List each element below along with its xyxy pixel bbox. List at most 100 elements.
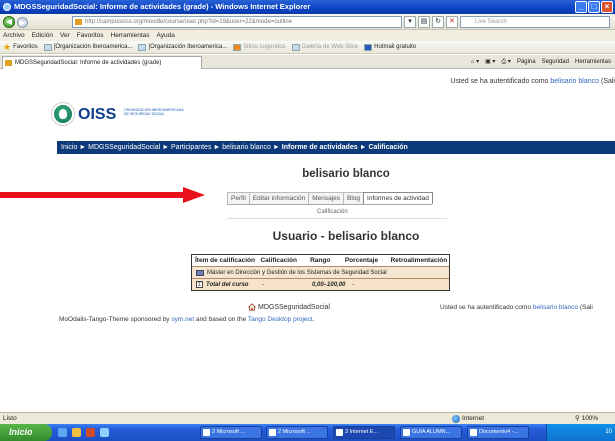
- menu-herramientas[interactable]: Herramientas: [111, 30, 150, 41]
- tab-perfil[interactable]: Perfil: [227, 192, 250, 204]
- logo-subtitle: ORGANIZACIÓN IBEROAMERICANA DE SEGURIDAD…: [124, 108, 184, 116]
- back-button[interactable]: ◀: [3, 16, 15, 28]
- favorite-link-5[interactable]: Hotmail gratuito: [364, 41, 416, 53]
- security-menu[interactable]: Seguridad: [542, 55, 569, 69]
- quick-launch: [58, 428, 109, 437]
- start-button[interactable]: Inicio: [0, 424, 52, 441]
- credits-mid: and based on the: [195, 316, 247, 323]
- stop-icon[interactable]: ✕: [446, 16, 458, 28]
- status-bar: Listo Internet ⚲ 100%: [0, 412, 615, 424]
- magnifier-icon: ⚲: [575, 415, 580, 422]
- search-input[interactable]: Live Search: [460, 16, 610, 28]
- task-word-1[interactable]: 2 Microsoft ...: [200, 426, 262, 439]
- menu-favoritos[interactable]: Favoritos: [77, 30, 104, 41]
- forward-button[interactable]: ▶: [17, 17, 28, 28]
- total-percent: -: [352, 281, 354, 288]
- task-word-2[interactable]: 2 Microsoft ...: [266, 426, 328, 439]
- windows-taskbar: Inicio 2 Microsoft ... 2 Microsoft ... 3…: [0, 424, 615, 441]
- favorite-link-2[interactable]: [Organización Iberoamerica...: [138, 41, 227, 53]
- compatibility-icon[interactable]: ▤: [418, 16, 430, 28]
- task-guia-alumno[interactable]: GUIA ALUMN...: [400, 426, 462, 439]
- print-icon[interactable]: ⎙ ▾: [501, 55, 510, 69]
- total-label: Total del curso: [206, 281, 249, 288]
- profile-tabs: Perfil Editar información Mensajes Blog …: [227, 192, 433, 205]
- footer-logout-link[interactable]: (Sali: [580, 304, 593, 311]
- footer-login-user-link[interactable]: belisario blanco: [533, 304, 578, 311]
- table-row-course: Máster en Dirección y Gestión de los Sis…: [192, 266, 449, 278]
- menu-ayuda[interactable]: Ayuda: [157, 30, 175, 41]
- page-content: Usted se ha autentificado como belisario…: [0, 70, 615, 412]
- quick-launch-icon[interactable]: [58, 428, 67, 437]
- login-info: Usted se ha autentificado como belisario…: [450, 78, 615, 85]
- breadcrumb-course[interactable]: MDGSSeguridadSocial: [88, 144, 160, 151]
- refresh-icon[interactable]: ↻: [432, 16, 444, 28]
- dropdown-arrow-icon[interactable]: ▾: [404, 16, 416, 28]
- task-label: 2 Microsoft ...: [278, 429, 312, 435]
- breadcrumb-user[interactable]: belisario blanco: [222, 144, 271, 151]
- window-title-bar[interactable]: MDGSSeguridadSocial: Informe de activida…: [0, 0, 615, 14]
- home-icon[interactable]: ⌂ ▾: [471, 55, 479, 69]
- favorite-link-1[interactable]: [Organización Iberoamerica...: [43, 41, 133, 53]
- favorite-label: Hotmail gratuito: [374, 43, 417, 50]
- favorites-label: Favoritos: [13, 43, 38, 50]
- total-grade: -: [262, 281, 264, 288]
- favorite-label: Galería de Web Slice: [301, 43, 359, 50]
- web-slice-icon: [291, 43, 300, 51]
- tab-informes-de-actividad[interactable]: Informes de actividad: [363, 192, 433, 204]
- task-documento4[interactable]: Documento4 -...: [467, 426, 529, 439]
- maximize-button[interactable]: □: [588, 1, 600, 13]
- tab-blog[interactable]: Blog: [343, 192, 365, 204]
- footer-site-link[interactable]: MDGSSeguridadSocial: [258, 304, 330, 311]
- login-text: Usted se ha autentificado como: [450, 78, 549, 85]
- quick-launch-icon[interactable]: [100, 428, 109, 437]
- quick-launch-icon[interactable]: [72, 428, 81, 437]
- browser-tab[interactable]: MDGSSeguridadSocial: Informe de activida…: [2, 56, 202, 69]
- menu-ver[interactable]: Ver: [60, 30, 70, 41]
- favorites-button[interactable]: ★ Favoritos: [3, 41, 38, 53]
- theme-credits: MoOdalis-Tango-Theme sponsored by sym.ne…: [59, 316, 314, 323]
- favorite-link-4[interactable]: Galería de Web Slice: [291, 41, 359, 53]
- page-icon: [138, 43, 147, 51]
- clock[interactable]: 10: [605, 429, 612, 435]
- col-item: Ítem de calificación: [195, 257, 255, 264]
- page-menu[interactable]: Página: [517, 55, 536, 69]
- word-icon: [203, 429, 210, 436]
- favorite-label: Sitios sugeridos: [243, 43, 286, 50]
- task-internet-explorer[interactable]: 3 Internet E...: [333, 426, 395, 439]
- command-bar: ⌂ ▾ ▣ ▾ ⎙ ▾ Página Seguridad Herramienta…: [471, 55, 611, 69]
- tab-editar-informacion[interactable]: Editar información: [248, 192, 310, 204]
- user-heading: belisario blanco: [302, 168, 390, 180]
- word-icon: [470, 429, 477, 436]
- globe-icon: [452, 415, 460, 423]
- credits-link-sym[interactable]: sym.net: [171, 316, 194, 323]
- credits-link-tango[interactable]: Tango Desktop project: [248, 316, 313, 323]
- tools-menu[interactable]: Herramientas: [575, 55, 611, 69]
- tab-row: MDGSSeguridadSocial: Informe de activida…: [0, 55, 615, 69]
- orange-tile-icon: [233, 43, 242, 51]
- breadcrumb-informe[interactable]: Informe de actividades: [282, 144, 358, 151]
- feeds-icon[interactable]: ▣ ▾: [485, 55, 495, 69]
- logout-link[interactable]: (Sali: [601, 78, 615, 85]
- favorite-label: [Organización Iberoamerica...: [53, 43, 133, 50]
- subtab-calificacion[interactable]: Calificación: [317, 209, 348, 215]
- moodle-favicon: [75, 19, 82, 25]
- favorite-link-3[interactable]: Sitios sugeridos: [233, 41, 286, 53]
- breadcrumb-inicio[interactable]: Inicio: [61, 144, 77, 151]
- table-row-total: Σ Total del curso - 0,00–100,00 -: [192, 278, 449, 290]
- col-rango: Rango: [310, 257, 331, 264]
- minimize-button[interactable]: _: [575, 1, 587, 13]
- col-porcentaje: Porcentaje: [344, 257, 379, 264]
- breadcrumb-participantes[interactable]: Participantes: [171, 144, 211, 151]
- user-heading-wrap: belisario blanco: [0, 168, 615, 180]
- menu-edicion[interactable]: Edición: [32, 30, 53, 41]
- close-button[interactable]: ×: [601, 1, 613, 13]
- tab-mensajes[interactable]: Mensajes: [308, 192, 345, 204]
- breadcrumb: Inicio ► MDGSSeguridadSocial ► Participa…: [57, 141, 615, 154]
- start-label: Inicio: [9, 427, 33, 437]
- menu-bar: Archivo Edición Ver Favoritos Herramient…: [0, 30, 615, 41]
- login-user-link[interactable]: belisario blanco: [550, 78, 599, 85]
- address-bar[interactable]: http://campusoiss.org/moodle/course/user…: [72, 16, 402, 28]
- quick-launch-icon[interactable]: [86, 428, 95, 437]
- system-tray: 10: [546, 424, 615, 441]
- menu-archivo[interactable]: Archivo: [3, 30, 25, 41]
